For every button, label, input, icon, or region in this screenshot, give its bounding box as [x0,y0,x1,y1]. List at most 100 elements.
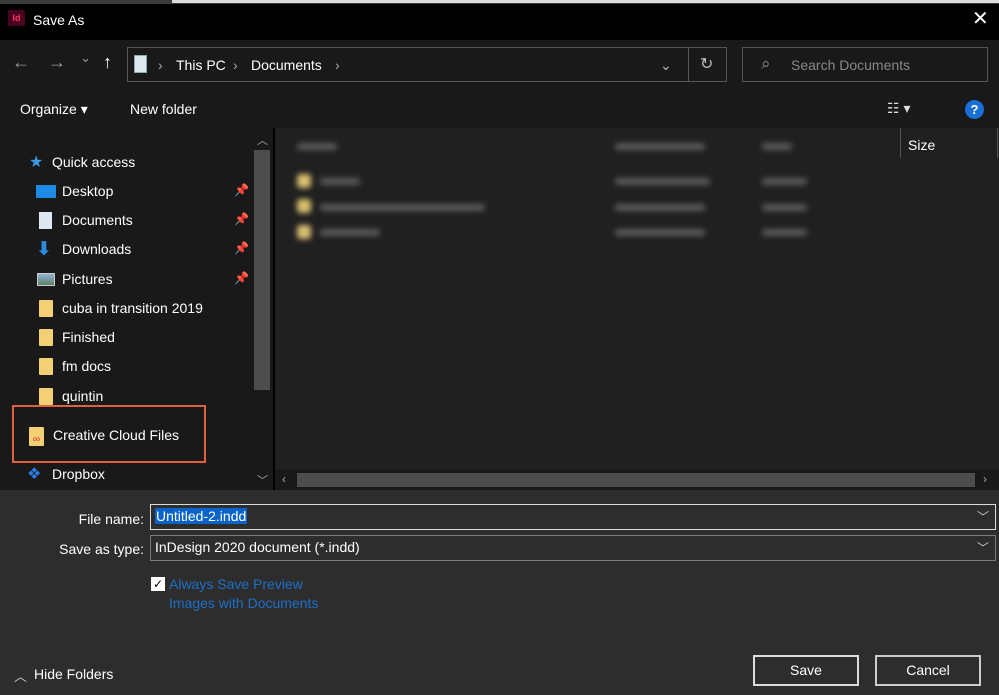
file-name-input[interactable]: Untitled-2.indd ﹀ [150,504,996,530]
folder-icon [39,358,53,375]
address-bar[interactable]: › This PC › Documents › ⌄ ↻ [127,47,727,82]
file-list: Size [275,128,999,470]
column-header-type[interactable] [762,143,792,150]
sidebar-item-finished[interactable]: Finished [0,326,250,350]
sidebar-item-label: quintin [62,388,104,404]
folder-icon [297,199,311,213]
sidebar-item-pictures[interactable]: Pictures 📌 [0,268,250,292]
sidebar-item-fm-docs[interactable]: fm docs [0,355,250,379]
column-header-name[interactable] [297,143,337,150]
sidebar-item-label: Creative Cloud Files [53,427,180,443]
address-dropdown-icon[interactable]: ⌄ [660,57,672,74]
breadcrumb-this-pc[interactable]: This PC [176,57,226,73]
sidebar-item-label: cuba in transition 2019 [62,300,203,316]
sidebar-scrollbar[interactable] [254,150,270,390]
save-as-type-select[interactable]: InDesign 2020 document (*.indd) ﹀ [150,535,996,561]
save-as-type-value: InDesign 2020 document (*.indd) [155,539,360,555]
documents-icon [134,55,147,73]
cancel-button[interactable]: Cancel [875,655,981,686]
search-icon: ⌕ [761,54,771,73]
forward-button[interactable]: → [48,52,66,73]
hide-folders-button[interactable]: Hide Folders [34,666,113,682]
help-icon[interactable]: ? [965,100,984,119]
recent-locations-button[interactable]: ⌄ [80,50,91,66]
sidebar-item-label: Quick access [52,154,136,170]
file-row-name[interactable] [320,204,485,211]
close-button[interactable]: ✕ [972,6,989,31]
back-button[interactable]: ← [12,52,30,73]
save-as-type-label: Save as type: [59,541,144,557]
separator: › [335,57,340,73]
sidebar-item-label: Desktop [62,183,114,199]
folder-icon [39,300,53,317]
scroll-up-arrow[interactable]: ︿ [257,132,268,148]
separator: › [158,57,163,73]
view-options-button[interactable]: ☷ ▾ [887,100,910,117]
sidebar-item-quick-access[interactable]: ★ Quick access [0,151,250,175]
file-row-type [762,178,807,185]
file-row-date [615,229,705,236]
folder-icon [39,388,53,405]
sidebar-item-label: fm docs [62,358,112,374]
chevron-down-icon[interactable]: ﹀ [977,539,989,556]
horizontal-scrollbar[interactable]: ‹ › [275,470,999,490]
search-placeholder: Search Documents [791,57,911,73]
preview-checkbox-label[interactable]: Always Save Preview Images with Document… [169,575,319,612]
scrollbar-thumb[interactable] [297,473,975,487]
file-row-date [615,178,710,185]
new-folder-button[interactable]: New folder [130,101,197,117]
column-divider [997,128,998,158]
file-row-date [615,204,705,211]
preview-checkbox[interactable]: ✓ [151,577,165,591]
download-icon: ⬇ [36,239,52,260]
window-title: Save As [33,12,85,28]
search-input[interactable]: ⌕ Search Documents [742,47,988,82]
scroll-left-arrow[interactable]: ‹ [282,472,286,486]
organize-button[interactable]: Organize ▾ [20,101,88,118]
sidebar-item-downloads[interactable]: ⬇ Downloads 📌 [0,238,250,262]
dropbox-icon: ❖ [27,466,42,483]
column-header-date[interactable] [615,143,705,150]
sidebar-item-dropbox[interactable]: ❖ Dropbox [0,463,250,487]
sidebar-item-documents[interactable]: Documents 📌 [0,209,250,233]
scroll-right-arrow[interactable]: › [983,472,987,486]
column-divider [900,128,901,158]
file-row-type [762,229,807,236]
chevron-up-icon[interactable]: ︿ [14,666,27,685]
up-button[interactable]: ↑ [103,52,112,73]
pin-icon: 📌 [234,271,249,285]
folder-icon [297,225,311,239]
sidebar-item-label: Dropbox [52,466,105,482]
folder-icon [39,329,53,346]
title-bar [0,4,999,40]
star-icon: ★ [29,154,44,171]
breadcrumb-documents[interactable]: Documents [251,57,322,73]
folder-icon [297,174,311,188]
scroll-down-arrow[interactable]: ﹀ [257,472,268,488]
sidebar-item-label: Downloads [62,241,132,257]
pin-icon: 📌 [234,212,249,226]
save-button[interactable]: Save [753,655,859,686]
sidebar-item-label: Pictures [62,271,113,287]
pin-icon: 📌 [234,183,249,197]
file-row-name[interactable] [320,178,360,185]
sidebar-item-label: Finished [62,329,115,345]
refresh-icon[interactable]: ↻ [700,54,713,74]
file-name-label: File name: [78,511,144,527]
divider [688,48,689,81]
sidebar-item-creative-cloud-files[interactable]: ∞ Creative Cloud Files [0,424,250,448]
sidebar-item-label: Documents [62,212,133,228]
column-header-size[interactable]: Size [908,137,935,153]
creative-cloud-folder-icon: ∞ [29,427,44,446]
chevron-down-icon[interactable]: ﹀ [977,508,989,525]
documents-icon [39,212,52,229]
file-name-value: Untitled-2.indd [155,508,248,524]
file-row-name[interactable] [320,229,380,236]
separator: › [233,57,238,73]
pin-icon: 📌 [234,241,249,255]
pictures-icon [37,273,55,286]
sidebar-item-cuba-in-transition-2019[interactable]: cuba in transition 2019 [0,297,250,321]
desktop-icon [36,185,56,198]
sidebar-item-desktop[interactable]: Desktop 📌 [0,180,250,204]
indesign-app-icon: Id [8,10,25,26]
